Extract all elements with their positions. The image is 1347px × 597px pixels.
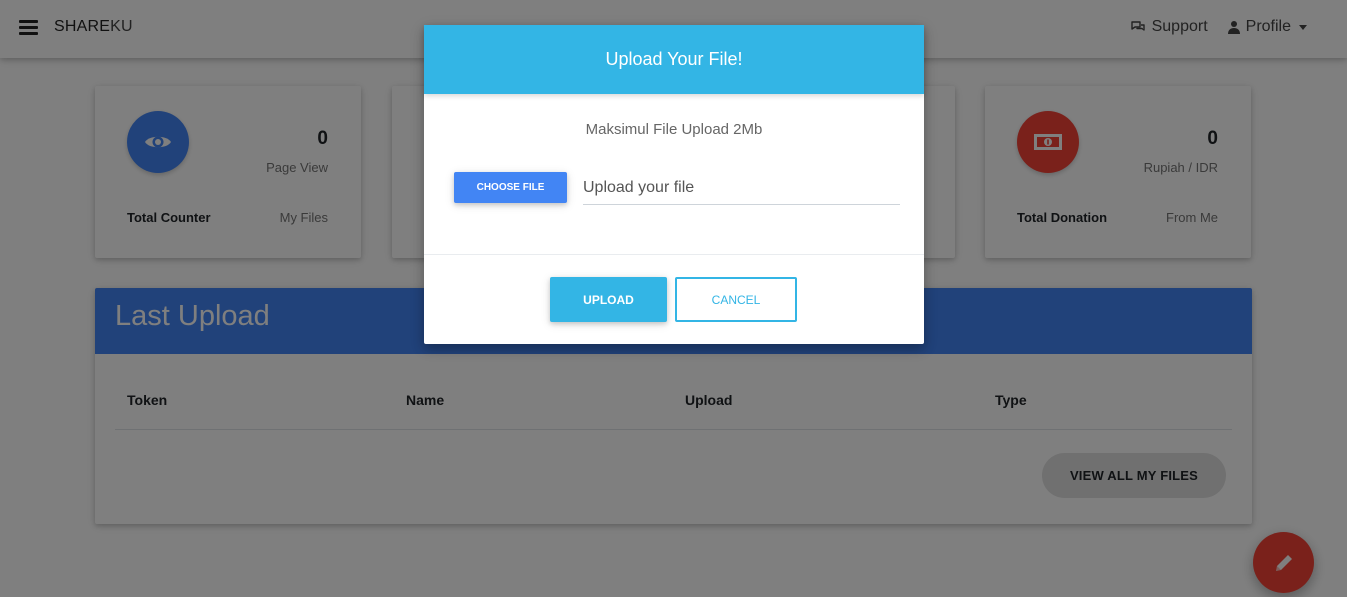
cancel-button[interactable]: CANCEL bbox=[675, 277, 797, 322]
file-path-input[interactable] bbox=[583, 171, 900, 205]
choose-file-button[interactable]: CHOOSE FILE bbox=[454, 172, 567, 203]
upload-modal: Upload Your File! Maksimul File Upload 2… bbox=[424, 25, 924, 344]
modal-footer-divider bbox=[424, 254, 924, 255]
upload-button[interactable]: UPLOAD bbox=[550, 277, 667, 322]
modal-header: Upload Your File! bbox=[424, 25, 924, 94]
max-upload-note: Maksimul File Upload 2Mb bbox=[585, 121, 763, 138]
modal-title: Upload Your File! bbox=[605, 49, 743, 69]
